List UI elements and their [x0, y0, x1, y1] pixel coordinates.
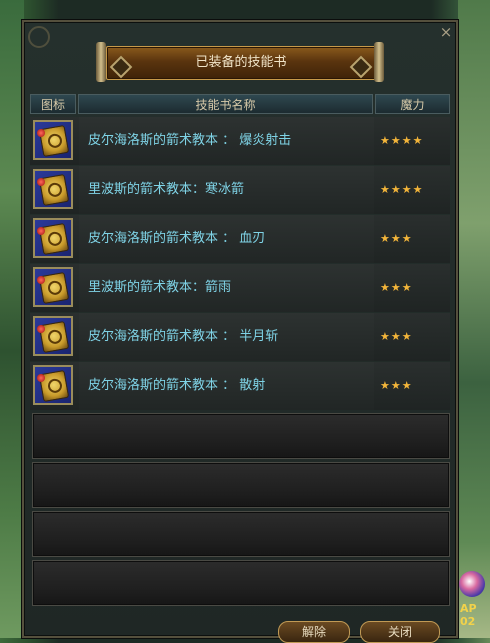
name-cell: 里波斯的箭术教本：寒冰箭: [79, 166, 374, 214]
icon-cell: [30, 166, 78, 214]
skillbook-rows: 皮尔海洛斯的箭术教本 ： 爆炎射击 ★★★★ 里波斯的箭术教本：寒冰箭 ★★★★ 皮尔海…: [30, 117, 450, 410]
icon-cell: [30, 117, 78, 165]
mana-cell: ★★★: [375, 215, 450, 263]
table-row[interactable]: 皮尔海洛斯的箭术教本 ： 血刃 ★★★: [30, 215, 450, 263]
skill-book-icon[interactable]: [33, 169, 73, 209]
skill-name: 皮尔海洛斯的箭术教本 ： 半月斩: [88, 329, 279, 344]
mana-cell: ★★★: [375, 313, 450, 361]
empty-slot[interactable]: [32, 511, 450, 557]
background-foliage-left: [0, 0, 24, 638]
icon-cell: [30, 215, 78, 263]
header-mana[interactable]: 魔力: [375, 94, 450, 114]
mana-cell: ★★★: [375, 362, 450, 410]
ap-label: AP 02: [460, 602, 477, 628]
name-cell: 皮尔海洛斯的箭术教本 ： 半月斩: [79, 313, 374, 361]
empty-slots: [30, 413, 450, 606]
skill-name: 皮尔海洛斯的箭术教本 ： 散射: [88, 378, 266, 393]
mana-stars: ★★★★: [380, 183, 424, 196]
window-title: 已装备的技能书: [195, 55, 287, 70]
skill-book-icon[interactable]: [33, 365, 73, 405]
scroll-roll-right-icon: [374, 42, 384, 82]
name-cell: 皮尔海洛斯的箭术教本 ： 血刃: [79, 215, 374, 263]
skill-book-icon[interactable]: [33, 120, 73, 160]
unequip-button[interactable]: 解除: [278, 621, 350, 643]
mana-cell: ★★★★: [375, 117, 450, 165]
background-foliage-right: [458, 0, 490, 638]
skill-name: 皮尔海洛斯的箭术教本 ： 爆炎射击: [88, 133, 292, 148]
gem-icon: [37, 276, 45, 284]
mana-cell: ★★★: [375, 264, 450, 312]
table-row[interactable]: 皮尔海洛斯的箭术教本 ： 爆炎射击 ★★★★: [30, 117, 450, 165]
scroll-roll-left-icon: [96, 42, 106, 82]
mana-stars: ★★★: [380, 330, 413, 343]
empty-slot[interactable]: [32, 560, 450, 606]
skill-book-icon[interactable]: [33, 218, 73, 258]
table-row[interactable]: 里波斯的箭术教本：箭雨 ★★★: [30, 264, 450, 312]
table-row[interactable]: 里波斯的箭术教本：寒冰箭 ★★★★: [30, 166, 450, 214]
gem-icon: [37, 374, 45, 382]
empty-slot[interactable]: [32, 413, 450, 459]
skillbook-table: 图标 技能书名称 魔力 皮尔海洛斯的箭术教本 ： 爆炎射击 ★★★★ 里波斯的箭术教…: [30, 94, 450, 609]
empty-slot[interactable]: [32, 462, 450, 508]
skill-book-icon[interactable]: [33, 267, 73, 307]
title-bar: 已装备的技能书: [106, 46, 376, 80]
gem-icon: [37, 227, 45, 235]
close-button[interactable]: 关闭: [360, 621, 440, 643]
icon-cell: [30, 313, 78, 361]
table-row[interactable]: 皮尔海洛斯的箭术教本 ： 散射 ★★★: [30, 362, 450, 410]
mana-stars: ★★★: [380, 232, 413, 245]
title-banner: 已装备的技能书: [96, 42, 386, 84]
gem-icon: [37, 129, 45, 137]
corner-ornament-icon: [28, 26, 50, 48]
mana-stars: ★★★: [380, 379, 413, 392]
table-header: 图标 技能书名称 魔力: [30, 94, 450, 114]
header-icon[interactable]: 图标: [30, 94, 76, 114]
close-icon[interactable]: ×: [437, 23, 455, 41]
table-row[interactable]: 皮尔海洛斯的箭术教本 ： 半月斩 ★★★: [30, 313, 450, 361]
icon-cell: [30, 264, 78, 312]
gem-icon: [37, 325, 45, 333]
skill-book-icon[interactable]: [33, 316, 73, 356]
name-cell: 皮尔海洛斯的箭术教本 ： 散射: [79, 362, 374, 410]
name-cell: 皮尔海洛斯的箭术教本 ： 爆炎射击: [79, 117, 374, 165]
skill-name: 里波斯的箭术教本：寒冰箭: [88, 182, 245, 197]
gem-icon: [37, 178, 45, 186]
mana-cell: ★★★★: [375, 166, 450, 214]
skill-name: 皮尔海洛斯的箭术教本 ： 血刃: [88, 231, 266, 246]
name-cell: 里波斯的箭术教本：箭雨: [79, 264, 374, 312]
header-name[interactable]: 技能书名称: [78, 94, 373, 114]
mana-stars: ★★★: [380, 281, 413, 294]
skill-name: 里波斯的箭术教本：箭雨: [88, 280, 232, 295]
icon-cell: [30, 362, 78, 410]
mana-orb-icon: [459, 571, 485, 597]
mana-stars: ★★★★: [380, 134, 424, 147]
